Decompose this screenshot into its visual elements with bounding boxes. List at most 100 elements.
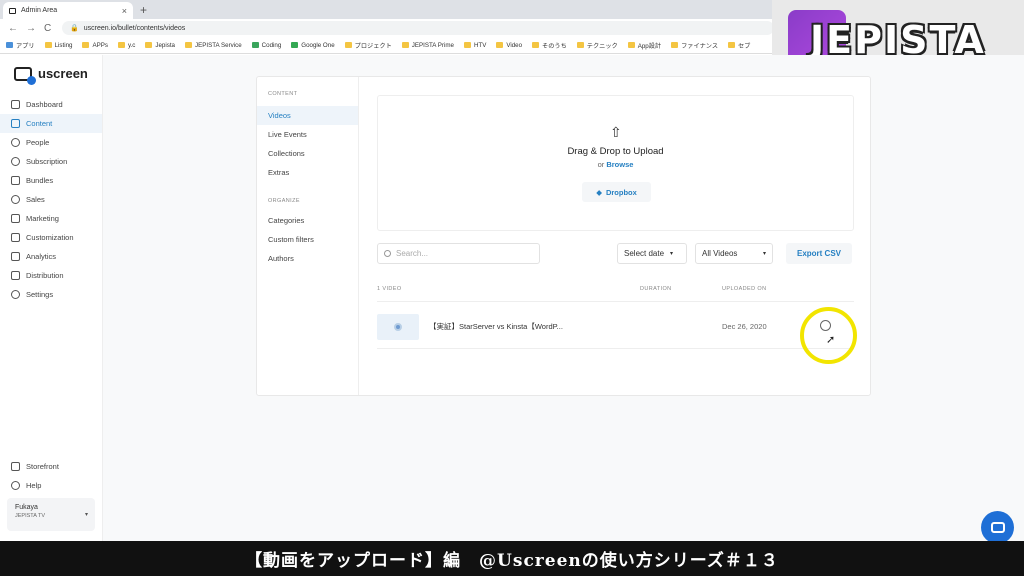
folder-icon <box>117 42 125 48</box>
table-header: 1 VIDEO DURATION UPLOADED ON <box>377 282 854 302</box>
upload-date: Dec 26, 2020 <box>722 322 767 331</box>
close-tab-icon[interactable]: × <box>122 6 127 16</box>
nav-marketing[interactable]: Marketing <box>0 209 102 228</box>
account-org: JEPISTA TV <box>15 513 46 519</box>
search-placeholder: Search... <box>396 249 429 258</box>
bookmark-item[interactable]: y.c <box>117 42 135 49</box>
bundle-icon <box>11 176 20 185</box>
search-input[interactable]: Search... <box>377 243 540 264</box>
folder-icon <box>11 119 20 128</box>
subscription-icon <box>11 157 20 166</box>
bookmark-item[interactable]: Coding <box>251 42 281 49</box>
dropbox-icon: ◆ <box>596 187 602 197</box>
account-name: Fukaya <box>15 504 38 511</box>
nav-subscription[interactable]: Subscription <box>0 152 102 171</box>
bookmark-item[interactable]: そのうち <box>532 41 567 50</box>
bookmark-item[interactable]: JEPISTA Prime <box>401 42 454 49</box>
nav-customization[interactable]: Customization <box>0 228 102 247</box>
nav-people[interactable]: People <box>0 133 102 152</box>
account-switcher[interactable]: Fukaya JEPISTA TV ▾ <box>7 498 95 531</box>
distribution-icon <box>11 271 20 280</box>
table-row[interactable]: 【実証】StarServer vs Kinsta【WordP... Dec 26… <box>377 305 854 349</box>
section-label-organize: ORGANIZE <box>268 198 300 204</box>
chat-icon <box>990 522 1005 533</box>
subnav-collections[interactable]: Collections <box>257 144 358 163</box>
browser-tab[interactable]: Admin Area × <box>3 2 133 19</box>
folder-icon <box>44 42 52 48</box>
address-bar[interactable]: 🔒 uscreen.io/bullet/contents/videos <box>62 21 774 35</box>
subnav-extras[interactable]: Extras <box>257 163 358 182</box>
folder-icon <box>728 42 736 48</box>
nav-analytics[interactable]: Analytics <box>0 247 102 266</box>
subnav-authors[interactable]: Authors <box>257 249 358 268</box>
bookmark-item[interactable]: App設計 <box>627 41 661 50</box>
nav-bundles[interactable]: Bundles <box>0 171 102 190</box>
nav-distribution[interactable]: Distribution <box>0 266 102 285</box>
back-icon[interactable]: ← <box>8 23 18 34</box>
folder-icon <box>532 42 540 48</box>
upload-dropzone[interactable]: ⇧ Drag & Drop to Upload or Browse ◆ Drop… <box>377 95 854 231</box>
bookmark-item[interactable]: ファイナンス <box>671 41 718 50</box>
subnav-categories[interactable]: Categories <box>257 211 358 230</box>
forward-icon[interactable]: → <box>26 23 36 34</box>
bookmark-item[interactable]: プロジェクト <box>344 41 392 50</box>
subnav-live-events[interactable]: Live Events <box>257 125 358 144</box>
bookmark-item[interactable]: APPs <box>82 42 108 49</box>
megaphone-icon <box>11 214 20 223</box>
bookmark-item[interactable]: Google One <box>291 42 335 49</box>
folder-icon <box>82 42 90 48</box>
bookmark-item[interactable]: HTV <box>463 42 486 49</box>
bookmark-item[interactable]: アプリ <box>6 41 35 50</box>
bookmark-item[interactable]: Video <box>496 42 522 49</box>
nav-settings[interactable]: Settings <box>0 285 102 304</box>
video-title[interactable]: 【実証】StarServer vs Kinsta【WordP... <box>429 321 563 332</box>
nav-dashboard[interactable]: Dashboard <box>0 95 102 114</box>
code-icon <box>251 42 259 48</box>
search-icon <box>384 250 391 257</box>
section-label-content: CONTENT <box>268 91 298 97</box>
folder-icon <box>344 42 352 48</box>
folder-icon <box>671 42 679 48</box>
chevron-down-icon: ▾ <box>762 251 766 257</box>
col-count: 1 VIDEO <box>377 286 402 292</box>
folder-icon <box>576 42 584 48</box>
new-tab-button[interactable]: + <box>140 3 147 17</box>
nav-sales[interactable]: Sales <box>0 190 102 209</box>
bookmark-item[interactable]: Listing <box>44 42 72 49</box>
chart-icon <box>11 252 20 261</box>
gear-icon <box>11 290 20 299</box>
dashboard-icon <box>11 100 20 109</box>
google-one-icon <box>291 42 299 48</box>
reload-icon[interactable]: C <box>44 23 51 34</box>
subnav-videos[interactable]: Videos <box>257 106 358 125</box>
chevron-down-icon: ▾ <box>670 251 674 257</box>
nav-content[interactable]: Content <box>0 114 102 133</box>
browse-link[interactable]: Browse <box>606 160 633 169</box>
nav-help[interactable]: Help <box>0 476 102 495</box>
processing-icon <box>394 323 402 331</box>
chat-button[interactable] <box>981 511 1014 544</box>
date-filter-select[interactable]: Select date ▾ <box>617 243 687 264</box>
video-filter-select[interactable]: All Videos ▾ <box>695 243 773 264</box>
bookmark-item[interactable]: セブ <box>728 41 750 50</box>
folder-icon <box>185 42 192 48</box>
folder-icon <box>401 42 409 48</box>
dropbox-button[interactable]: ◆ Dropbox <box>582 182 651 202</box>
subnav-custom-filters[interactable]: Custom filters <box>257 230 358 249</box>
nav-storefront[interactable]: Storefront <box>0 457 102 476</box>
people-icon <box>11 138 20 147</box>
bookmark-item[interactable]: テクニック <box>576 41 618 50</box>
export-csv-button[interactable]: Export CSV <box>786 243 852 264</box>
app-sidebar: uscreen Dashboard Content People Subscri… <box>0 55 103 541</box>
folder-icon <box>145 42 153 48</box>
upload-browse-line: or Browse <box>597 160 634 169</box>
bookmark-item[interactable]: JEPISTA Service <box>185 42 242 49</box>
bookmark-item[interactable]: Jepista <box>145 42 175 49</box>
brand-logo[interactable]: uscreen <box>14 66 88 85</box>
video-thumbnail[interactable] <box>377 314 419 340</box>
url-text: uscreen.io/bullet/contents/videos <box>83 24 186 32</box>
apps-icon <box>6 42 13 48</box>
folder-icon <box>496 42 504 48</box>
uscreen-logo-icon <box>14 66 36 85</box>
dollar-icon <box>11 195 20 204</box>
